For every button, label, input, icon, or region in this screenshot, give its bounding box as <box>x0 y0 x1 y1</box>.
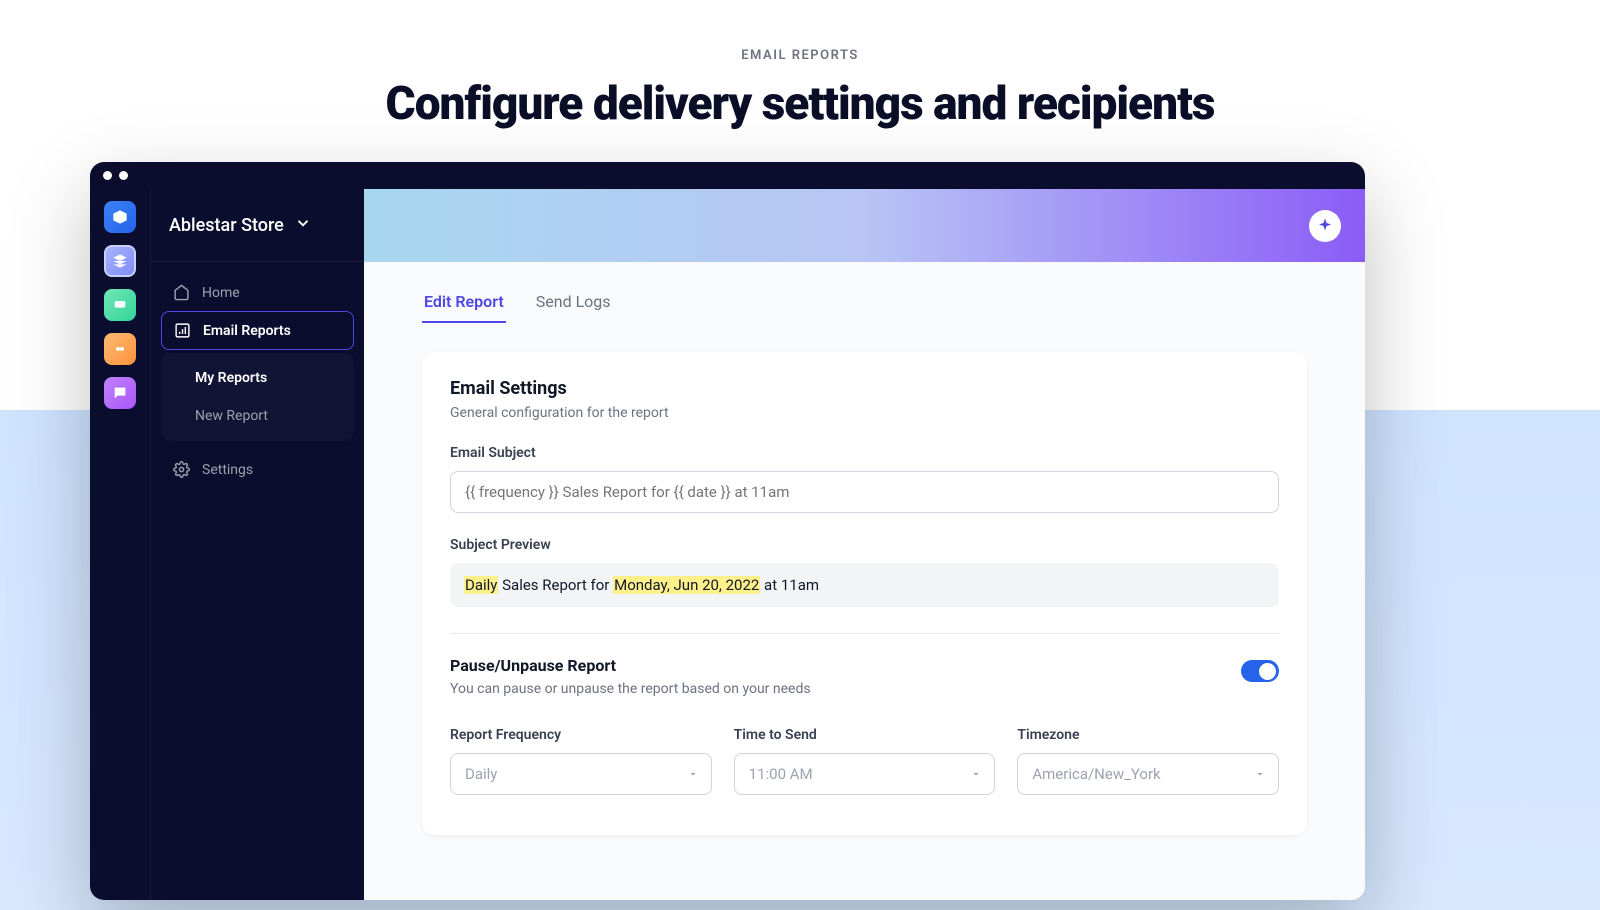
nav-settings[interactable]: Settings <box>161 451 354 488</box>
timezone-value: America/New_York <box>1032 765 1160 783</box>
traffic-light-dot <box>119 171 128 180</box>
pause-description: You can pause or unpause the report base… <box>450 681 811 697</box>
main-area: Edit Report Send Logs Email Settings Gen… <box>364 189 1365 900</box>
home-icon <box>173 284 190 301</box>
traffic-light-dot <box>103 171 112 180</box>
time-select[interactable]: 11:00 AM <box>734 753 996 795</box>
subject-preview-label: Subject Preview <box>450 537 1279 553</box>
gear-icon <box>173 461 190 478</box>
pause-heading: Pause/Unpause Report <box>450 656 811 675</box>
preview-text-tail: at 11am <box>760 576 819 594</box>
nav-rail <box>90 189 150 900</box>
rail-media-icon[interactable] <box>104 333 136 365</box>
tabs: Edit Report Send Logs <box>422 282 1307 324</box>
chart-icon <box>174 322 191 339</box>
main-header <box>364 189 1365 262</box>
time-value: 11:00 AM <box>749 765 813 783</box>
email-subject-label: Email Subject <box>450 445 1279 461</box>
timezone-label: Timezone <box>1017 727 1279 743</box>
toggle-knob <box>1259 663 1276 680</box>
nav-home[interactable]: Home <box>161 274 354 311</box>
store-selector[interactable]: Ablestar Store <box>151 189 364 262</box>
rail-app-icon[interactable] <box>104 201 136 233</box>
window-titlebar <box>90 162 1365 189</box>
store-name: Ablestar Store <box>169 215 284 236</box>
subject-preview: Daily Sales Report for Monday, Jun 20, 2… <box>450 563 1279 607</box>
page-eyebrow: EMAIL REPORTS <box>0 48 1600 63</box>
card-subtitle: General configuration for the report <box>450 405 1279 421</box>
page-title: Configure delivery settings and recipien… <box>0 77 1600 131</box>
timezone-select[interactable]: America/New_York <box>1017 753 1279 795</box>
preview-highlight-frequency: Daily <box>464 576 498 594</box>
pause-toggle[interactable] <box>1241 660 1279 682</box>
sparkle-icon <box>1316 217 1334 235</box>
frequency-label: Report Frequency <box>450 727 712 743</box>
sparkle-badge[interactable] <box>1309 210 1341 242</box>
nav-sublist: My Reports New Report <box>161 353 354 441</box>
settings-card: Email Settings General configuration for… <box>422 352 1307 835</box>
nav-my-reports[interactable]: My Reports <box>161 359 354 397</box>
nav-email-reports-label: Email Reports <box>203 323 291 339</box>
caret-down-icon <box>970 768 982 780</box>
preview-text-mid: Sales Report for <box>498 576 613 594</box>
preview-highlight-date: Monday, Jun 20, 2022 <box>613 576 760 594</box>
app-window: Ablestar Store Home Email Reports My Rep… <box>90 162 1365 900</box>
card-heading: Email Settings <box>450 378 1279 399</box>
nav-settings-label: Settings <box>202 462 253 478</box>
sidebar: Ablestar Store Home Email Reports My Rep… <box>150 189 364 900</box>
rail-layers-icon[interactable] <box>104 245 136 277</box>
nav-new-report[interactable]: New Report <box>161 397 354 435</box>
tab-edit-report[interactable]: Edit Report <box>422 282 506 323</box>
caret-down-icon <box>687 768 699 780</box>
nav-email-reports[interactable]: Email Reports <box>161 311 354 350</box>
tab-send-logs[interactable]: Send Logs <box>534 282 613 323</box>
rail-chat-icon[interactable] <box>104 289 136 321</box>
frequency-select[interactable]: Daily <box>450 753 712 795</box>
caret-down-icon <box>1254 768 1266 780</box>
rail-support-icon[interactable] <box>104 377 136 409</box>
chevron-down-icon <box>294 214 312 236</box>
divider <box>450 633 1279 634</box>
time-label: Time to Send <box>734 727 996 743</box>
frequency-value: Daily <box>465 765 497 783</box>
nav-home-label: Home <box>202 285 240 301</box>
email-subject-input[interactable] <box>450 471 1279 513</box>
